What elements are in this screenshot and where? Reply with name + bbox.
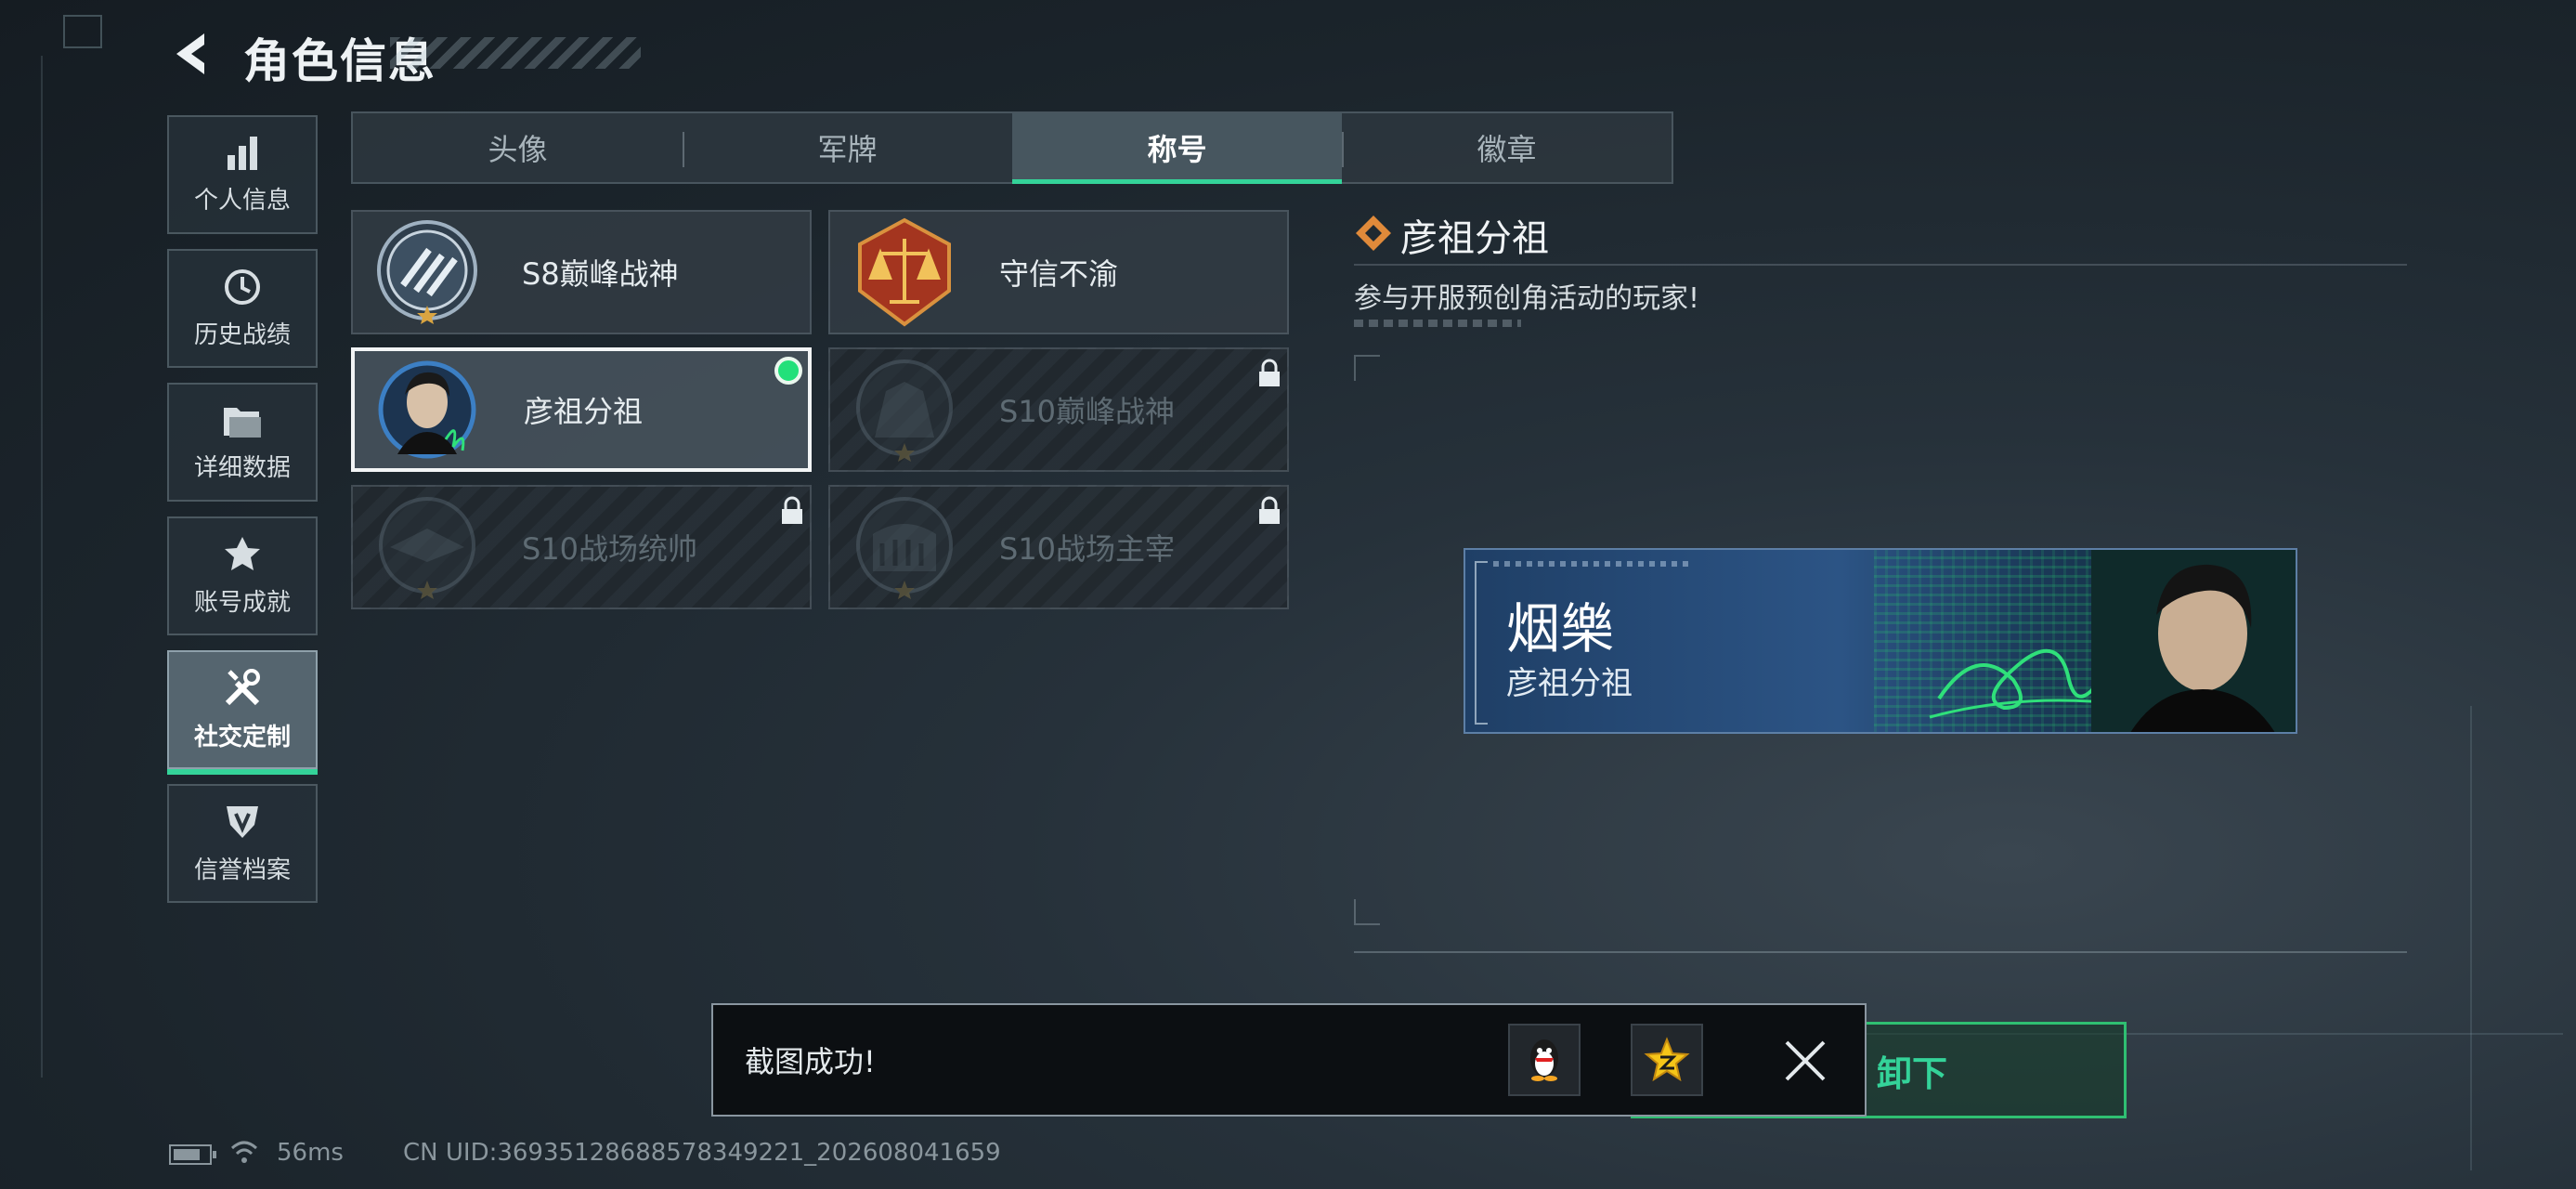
title-name: S10战场统帅 (522, 531, 698, 567)
toast-message: 截图成功! (745, 1044, 876, 1079)
s10-peak-emblem-icon (849, 354, 960, 465)
title-card-s8[interactable]: S8巅峰战神 (351, 210, 812, 334)
history-clock-icon (223, 268, 262, 307)
portrait-emblem-icon (373, 354, 485, 465)
scales-emblem-icon (849, 216, 960, 328)
close-icon[interactable] (1779, 1035, 1831, 1087)
title-banner-preview: 烟樂 彦祖分祖 (1464, 548, 2297, 734)
title-card-s10-commander[interactable]: S10战场统帅 (351, 485, 812, 609)
screenshot-toast: 截图成功! (711, 1003, 1867, 1117)
category-tabs: 头像 军牌 称号 徽章 (351, 111, 1673, 184)
banner-player-name: 烟樂 (1506, 597, 1615, 660)
title-name: S10巅峰战神 (999, 394, 1176, 429)
shield-badge-icon (223, 803, 262, 842)
equipped-indicator-dot (774, 357, 802, 385)
detail-title: 彦祖分祖 (1400, 217, 1549, 260)
tab-title[interactable]: 称号 (1012, 113, 1342, 184)
lock-icon (1259, 359, 1280, 386)
detail-description: 参与开服预创角活动的玩家! (1354, 282, 1700, 315)
folder-icon (222, 402, 263, 439)
detail-bottom-divider (1354, 951, 2407, 953)
sidebar-item-detailed-data[interactable]: 详细数据 (167, 383, 318, 502)
banner-title-text: 彦祖分祖 (1506, 665, 1633, 702)
banner-corner-frame (1475, 561, 1488, 725)
title-card-trustworthy[interactable]: 守信不渝 (828, 210, 1289, 334)
vertical-decoration-line (41, 56, 43, 1078)
detail-dots-decoration (1354, 320, 1521, 327)
wifi-icon (230, 1141, 258, 1163)
title-stripes-decoration (390, 37, 641, 69)
sidebar-item-achievements[interactable]: 账号成就 (167, 516, 318, 635)
sidebar-item-label: 社交定制 (193, 723, 291, 751)
corner-frame-decoration (63, 15, 102, 48)
qq-penguin-icon (1530, 1039, 1558, 1081)
title-card-s10-peak[interactable]: S10巅峰战神 (828, 347, 1289, 472)
bar-chart-icon (224, 135, 261, 172)
qzone-star-icon (1644, 1037, 1690, 1082)
sidebar-item-label: 详细数据 (193, 453, 291, 482)
sidebar-item-label: 个人信息 (193, 186, 291, 215)
title-name: S8巅峰战神 (522, 256, 679, 292)
s8-emblem-icon (371, 216, 483, 328)
share-qq-button[interactable] (1508, 1024, 1581, 1096)
lock-icon (1259, 496, 1280, 524)
tab-avatar[interactable]: 头像 (353, 113, 683, 182)
title-name: 守信不渝 (999, 256, 1119, 292)
title-name: 彦祖分祖 (524, 394, 644, 429)
back-arrow-icon (176, 33, 204, 74)
sidebar-item-label: 历史战绩 (193, 320, 291, 349)
share-qzone-button[interactable] (1631, 1024, 1703, 1096)
s10-dominator-emblem-icon (849, 491, 960, 603)
title-name: S10战场主宰 (999, 531, 1176, 567)
s10-commander-emblem-icon (371, 491, 483, 603)
lock-icon (782, 496, 802, 524)
uid-text: CN UID:369351286885783492​21_20260804165… (403, 1139, 1001, 1167)
tools-icon (222, 668, 263, 709)
tab-military-tag[interactable]: 军牌 (683, 113, 1012, 182)
banner-code-decoration (1493, 561, 1688, 567)
title-card-yanzu[interactable]: 彦祖分祖 (351, 347, 812, 472)
preview-bracket-bottom (1354, 899, 1380, 925)
vertical-decoration-line-right (2470, 706, 2472, 1170)
sidebar-item-label: 信誉档案 (193, 856, 291, 884)
sidebar-item-reputation[interactable]: 信誉档案 (167, 784, 318, 903)
sidebar-item-label: 账号成就 (193, 588, 291, 617)
preview-bracket-top (1354, 355, 1380, 381)
tab-badge[interactable]: 徽章 (1342, 113, 1672, 182)
battery-icon (169, 1144, 216, 1165)
sidebar-item-history[interactable]: 历史战绩 (167, 249, 318, 368)
sidebar-item-social-custom[interactable]: 社交定制 (167, 650, 318, 775)
detail-divider (1354, 264, 2407, 266)
portrait-photo-icon (2091, 550, 2296, 732)
achievement-icon (223, 535, 262, 574)
back-button[interactable] (165, 28, 217, 80)
title-card-s10-dominator[interactable]: S10战场主宰 (828, 485, 1289, 609)
ping-value: 56ms (277, 1139, 344, 1167)
diamond-title-icon (1356, 216, 1391, 251)
sidebar-item-personal-info[interactable]: 个人信息 (167, 115, 318, 234)
